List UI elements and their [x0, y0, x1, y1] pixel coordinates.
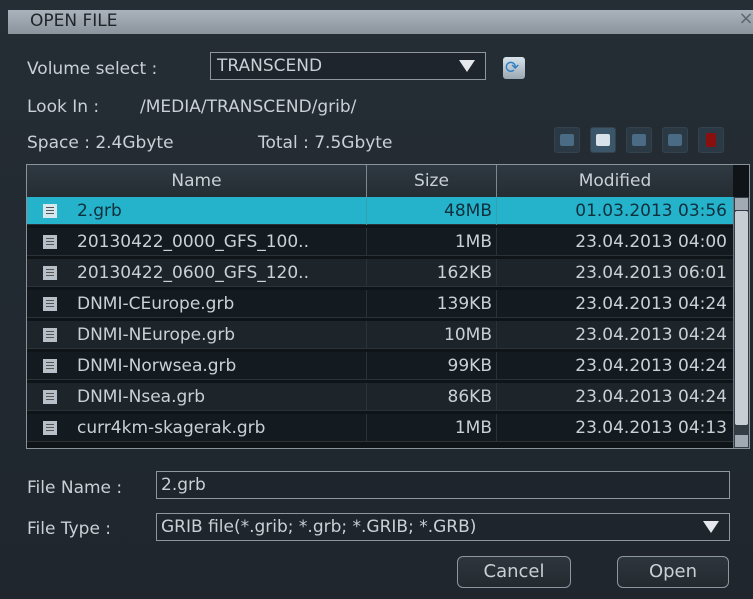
look-in-label: Look In : — [27, 97, 100, 117]
total-info: Total : 7.5Gbyte — [258, 133, 393, 153]
file-size-cell: 1MB — [367, 414, 497, 442]
folder-up-button[interactable] — [554, 127, 580, 153]
table-row[interactable]: curr4km-skagerak.grb 1MB 23.04.2013 04:13 — [27, 414, 733, 442]
table-row[interactable]: DNMI-NEurope.grb 10MB 23.04.2013 04:24 — [27, 321, 733, 349]
file-icon — [43, 235, 57, 249]
title-bar[interactable]: OPEN FILE × — [8, 10, 753, 34]
vertical-scrollbar[interactable] — [733, 197, 749, 448]
volume-select-label: Volume select : — [27, 59, 158, 79]
table-row[interactable]: 20130422_0000_GFS_100.. 1MB 23.04.2013 04:… — [27, 228, 733, 256]
file-icon — [43, 328, 57, 342]
column-header-size[interactable]: Size — [367, 165, 497, 197]
table-row[interactable]: DNMI-Norwsea.grb 99KB 23.04.2013 04:24 — [27, 352, 733, 380]
file-name-label: File Name : — [27, 478, 123, 498]
look-in-path: /MEDIA/TRANSCEND/grib/ — [140, 97, 357, 117]
file-icon — [43, 266, 57, 280]
file-icon — [43, 390, 57, 404]
file-name-cell: 2.grb — [27, 197, 367, 225]
file-size-cell: 1MB — [367, 228, 497, 256]
file-name-cell: DNMI-Nsea.grb — [27, 383, 367, 411]
column-header-modified[interactable]: Modified — [497, 165, 733, 197]
file-size-cell: 99KB — [367, 352, 497, 380]
file-modified-cell: 23.04.2013 04:13 — [575, 418, 727, 438]
folder-icon — [632, 134, 646, 146]
scroll-up-icon[interactable] — [735, 198, 748, 210]
file-modified-cell: 23.04.2013 04:24 — [575, 294, 727, 314]
open-button[interactable]: Open — [617, 556, 729, 588]
file-type-value: GRIB file(*.grib; *.grb; *.GRIB; *.GRB) — [161, 517, 477, 537]
file-size-cell: 48MB — [367, 197, 497, 225]
file-modified-cell: 23.04.2013 04:24 — [575, 356, 727, 376]
refresh-button[interactable]: ⟳ — [503, 57, 525, 79]
file-list-header: Name Size Modified — [27, 165, 733, 198]
column-header-name[interactable]: Name — [27, 165, 367, 197]
file-toolbar — [554, 127, 730, 153]
list-view-button[interactable] — [662, 127, 688, 153]
file-list[interactable]: Name Size Modified 2.grb 48MB 01.03.2013 0… — [26, 164, 750, 449]
scroll-down-icon[interactable] — [735, 435, 748, 447]
file-name-cell: 20130422_0000_GFS_100.. — [27, 228, 367, 256]
volume-select-dropdown[interactable]: TRANSCEND — [210, 52, 486, 80]
table-row[interactable]: 2.grb 48MB 01.03.2013 03:56 — [27, 197, 733, 225]
delete-icon — [706, 133, 716, 147]
dropdown-arrow-icon — [703, 521, 719, 533]
folder-up-icon — [560, 134, 574, 146]
file-size-cell: 139KB — [367, 290, 497, 318]
table-row[interactable]: 20130422_0600_GFS_120.. 162KB 23.04.2013 0… — [27, 259, 733, 287]
file-modified-cell: 23.04.2013 04:00 — [575, 232, 727, 252]
space-info: Space : 2.4Gbyte — [27, 133, 174, 153]
upload-icon — [596, 134, 610, 146]
file-modified-cell: 23.04.2013 04:24 — [575, 387, 727, 407]
file-type-dropdown[interactable]: GRIB file(*.grib; *.grb; *.GRIB; *.GRB) — [156, 513, 730, 541]
file-modified-cell: 23.04.2013 04:24 — [575, 325, 727, 345]
list-icon — [668, 134, 682, 146]
open-file-dialog: OPEN FILE × Volume select : TRANSCEND ⟳ … — [0, 0, 753, 599]
file-icon — [43, 421, 57, 435]
file-modified-cell: 01.03.2013 03:56 — [575, 201, 727, 221]
upload-button[interactable] — [590, 127, 616, 153]
file-name-input[interactable]: 2.grb — [156, 471, 730, 499]
file-icon — [43, 359, 57, 373]
table-row[interactable]: DNMI-CEurope.grb 139KB 23.04.2013 04:24 — [27, 290, 733, 318]
delete-button[interactable] — [698, 127, 724, 153]
file-name-cell: 20130422_0600_GFS_120.. — [27, 259, 367, 287]
cancel-button[interactable]: Cancel — [457, 556, 571, 588]
file-icon — [43, 204, 57, 218]
file-size-cell: 10MB — [367, 321, 497, 349]
close-icon[interactable]: × — [737, 10, 753, 28]
file-name-cell: DNMI-NEurope.grb — [27, 321, 367, 349]
table-row[interactable]: DNMI-Nsea.grb 86KB 23.04.2013 04:24 — [27, 383, 733, 411]
file-name-cell: DNMI-CEurope.grb — [27, 290, 367, 318]
file-name-cell: DNMI-Norwsea.grb — [27, 352, 367, 380]
file-size-cell: 86KB — [367, 383, 497, 411]
dropdown-arrow-icon — [459, 60, 475, 72]
volume-select-value: TRANSCEND — [217, 56, 323, 76]
dialog-title: OPEN FILE — [30, 11, 118, 31]
file-size-cell: 162KB — [367, 259, 497, 287]
file-icon — [43, 297, 57, 311]
file-name-value: 2.grb — [161, 475, 206, 495]
file-type-label: File Type : — [27, 519, 112, 539]
file-modified-cell: 23.04.2013 06:01 — [575, 263, 727, 283]
scrollbar-thumb[interactable] — [735, 211, 748, 425]
folder-button[interactable] — [626, 127, 652, 153]
file-name-cell: curr4km-skagerak.grb — [27, 414, 367, 442]
refresh-icon: ⟳ — [505, 58, 520, 78]
